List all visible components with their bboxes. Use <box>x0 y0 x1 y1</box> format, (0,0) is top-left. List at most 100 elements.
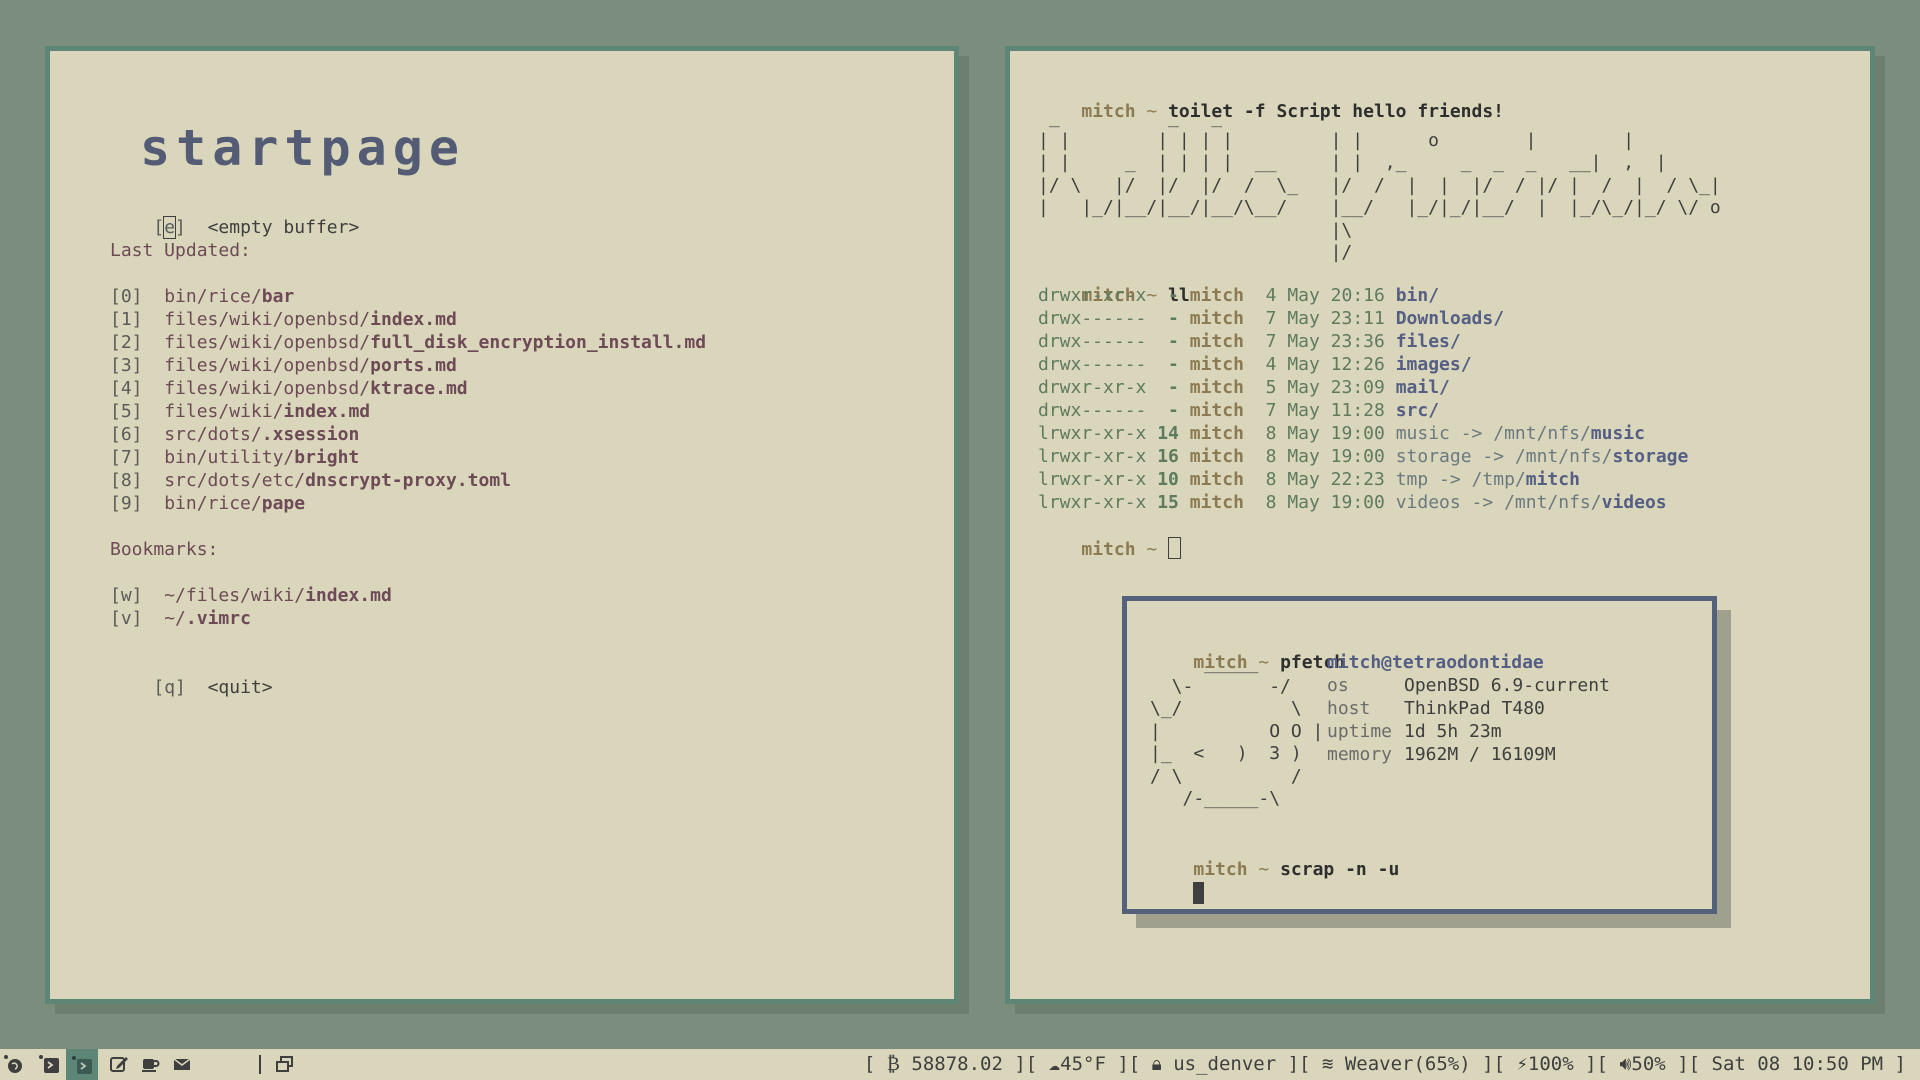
pfetch-key: host <box>1327 698 1371 719</box>
logo-line: \_/ \ <box>1150 698 1302 719</box>
item-path: bin/rice/ <box>164 286 262 307</box>
mod-month: May <box>1287 331 1320 352</box>
file-permissions: lrwxr-xr-x <box>1038 492 1147 513</box>
listing-row[interactable]: drwxr-xr-x - mitch 4 May 20:16 bin/ <box>1038 284 1688 307</box>
listing-row[interactable]: lrwxr-xr-x 16 mitch 8 May 19:00 storage … <box>1038 445 1688 468</box>
item-file: .vimrc <box>185 608 251 629</box>
mod-day: 8 <box>1265 423 1277 444</box>
prompt-line-3[interactable]: mitch ~ <box>1038 514 1182 560</box>
quit-item[interactable]: [q] <quit> <box>110 653 272 698</box>
mod-day: 7 <box>1265 308 1277 329</box>
cloud-icon: ☁ <box>1048 1053 1061 1075</box>
startpage-window[interactable]: startpage [e] <empty buffer> Last Update… <box>45 46 959 1004</box>
pfetch-value: 1962M / 16109M <box>1404 744 1556 765</box>
mod-day: 8 <box>1265 469 1277 490</box>
file-permissions: lrwxr-xr-x <box>1038 446 1147 467</box>
listing-row[interactable]: drwxr-xr-x - mitch 5 May 23:09 mail/ <box>1038 376 1688 399</box>
list-item[interactable]: [3] files/wiki/openbsd/ports.md <box>110 354 706 377</box>
mod-day: 8 <box>1265 492 1277 513</box>
item-file: index.md <box>283 401 371 422</box>
list-item[interactable]: [6] src/dots/.xsession <box>110 423 706 446</box>
mod-time: 20:16 <box>1330 285 1385 306</box>
mail-icon[interactable] <box>171 1053 193 1075</box>
taskbar-divider <box>259 1055 261 1074</box>
empty-buffer-item[interactable]: [e] <empty buffer> <box>110 193 359 239</box>
listing-row[interactable]: drwx------ - mitch 7 May 11:28 src/ <box>1038 399 1688 422</box>
item-key: [1] <box>110 309 143 330</box>
item-path: files/wiki/openbsd/ <box>164 355 371 376</box>
item-key: [8] <box>110 470 143 491</box>
ascii-line: | | _ | | | | __ | | ,_ _ _ _ __| , | <box>1038 152 1667 173</box>
link-count: - <box>1157 354 1179 375</box>
item-key: [v] <box>110 608 143 629</box>
list-item[interactable]: [2] files/wiki/openbsd/full_disk_encrypt… <box>110 331 706 354</box>
item-file: full_disk_encryption_install.md <box>370 332 707 353</box>
list-item[interactable]: [0] bin/rice/bar <box>110 285 706 308</box>
pfetch-row: os OpenBSD 6.9-current <box>1327 674 1610 697</box>
logo-line: \- -/ <box>1150 675 1291 697</box>
link-count: - <box>1157 331 1179 352</box>
listing-row[interactable]: lrwxr-xr-x 10 mitch 8 May 22:23 tmp -> /… <box>1038 468 1688 491</box>
item-key: [5] <box>110 401 143 422</box>
list-item[interactable]: [7] bin/utility/bright <box>110 446 706 469</box>
list-item[interactable]: [w] ~/files/wiki/index.md <box>110 584 392 607</box>
list-item[interactable]: [5] files/wiki/index.md <box>110 400 706 423</box>
link-count: 15 <box>1157 492 1179 513</box>
item-path: files/wiki/openbsd/ <box>164 378 371 399</box>
mod-day: 7 <box>1265 400 1277 421</box>
link-count: 16 <box>1157 446 1179 467</box>
list-item[interactable]: [4] files/wiki/openbsd/ktrace.md <box>110 377 706 400</box>
item-path: bin/utility/ <box>164 447 295 468</box>
workspace-1-indicator-icon[interactable] <box>2 1053 24 1075</box>
coffee-icon[interactable] <box>139 1053 161 1075</box>
lock-icon: 🔒︎ <box>1151 1053 1162 1075</box>
list-item[interactable]: [1] files/wiki/openbsd/index.md <box>110 308 706 331</box>
listing-row[interactable]: drwx------ - mitch 4 May 12:26 images/ <box>1038 353 1688 376</box>
listing-row[interactable]: drwx------ - mitch 7 May 23:36 files/ <box>1038 330 1688 353</box>
item-path: ~/ <box>164 608 186 629</box>
logo-line: |_ < ) 3 ) <box>1150 743 1302 764</box>
item-file: .xsession <box>261 424 360 445</box>
taskbar: [ ₿ 58878.02 ][ ☁45°F ][ 🔒︎ us_denver ][… <box>0 1049 1920 1080</box>
pfetch-key: os <box>1327 675 1349 696</box>
file-owner: mitch <box>1189 308 1244 329</box>
file-owner: mitch <box>1189 377 1244 398</box>
item-key: [3] <box>110 355 143 376</box>
listing-row[interactable]: drwx------ - mitch 7 May 23:11 Downloads… <box>1038 307 1688 330</box>
windows-icon[interactable] <box>274 1053 296 1075</box>
wifi-icon: ≋ <box>1321 1053 1334 1075</box>
item-path: src/dots/etc/ <box>164 470 306 491</box>
file-owner: mitch <box>1189 354 1244 375</box>
ascii-line: _ _ _ <box>1038 107 1396 128</box>
listing-row[interactable]: lrwxr-xr-x 14 mitch 8 May 19:00 music ->… <box>1038 422 1688 445</box>
mod-time: 19:00 <box>1330 423 1385 444</box>
item-file: bright <box>294 447 360 468</box>
terminal-icon[interactable] <box>38 1053 60 1075</box>
mod-month: May <box>1287 308 1320 329</box>
pfetch-prompt-2[interactable]: mitch ~ scrap -n -u <box>1150 835 1399 880</box>
file-owner: mitch <box>1189 285 1244 306</box>
pfetch-cursor-line <box>1150 859 1205 904</box>
pfetch-window[interactable]: mitch ~ pfetch _____ \- -/\_/ \ | O O | |_… <box>1122 596 1717 914</box>
active-terminal-icon[interactable] <box>66 1049 98 1080</box>
link-target-path: /mnt/nfs/ <box>1504 492 1602 513</box>
file-name: mail/ <box>1395 377 1450 398</box>
mod-day: 4 <box>1265 354 1277 375</box>
mod-day: 7 <box>1265 331 1277 352</box>
file-name: images/ <box>1395 354 1472 375</box>
file-permissions: lrwxr-xr-x <box>1038 469 1147 490</box>
prompt-line-1: mitch ~ toilet -f Script hello friends! <box>1081 101 1505 122</box>
list-item[interactable]: [v] ~/.vimrc <box>110 607 392 630</box>
file-permissions: drwx------ <box>1038 400 1147 421</box>
mod-time: 12:26 <box>1330 354 1385 375</box>
bookmarks-heading: Bookmarks: <box>110 539 219 560</box>
listing-row[interactable]: lrwxr-xr-x 15 mitch 8 May 19:00 videos -… <box>1038 491 1688 514</box>
file-permissions: drwx------ <box>1038 331 1147 352</box>
openbsd-logo: _____ \- -/\_/ \ | O O | |_ < ) 3 ) / \ / /… <box>1150 653 1323 811</box>
list-item[interactable]: [8] src/dots/etc/dnscrypt-proxy.toml <box>110 469 706 492</box>
link-count: 14 <box>1157 423 1179 444</box>
recent-files-list: [0] bin/rice/bar [1] files/wiki/openbsd/i… <box>110 285 706 515</box>
edit-icon[interactable] <box>108 1053 130 1075</box>
list-item[interactable]: [9] bin/rice/pape <box>110 492 706 515</box>
file-owner: mitch <box>1189 331 1244 352</box>
